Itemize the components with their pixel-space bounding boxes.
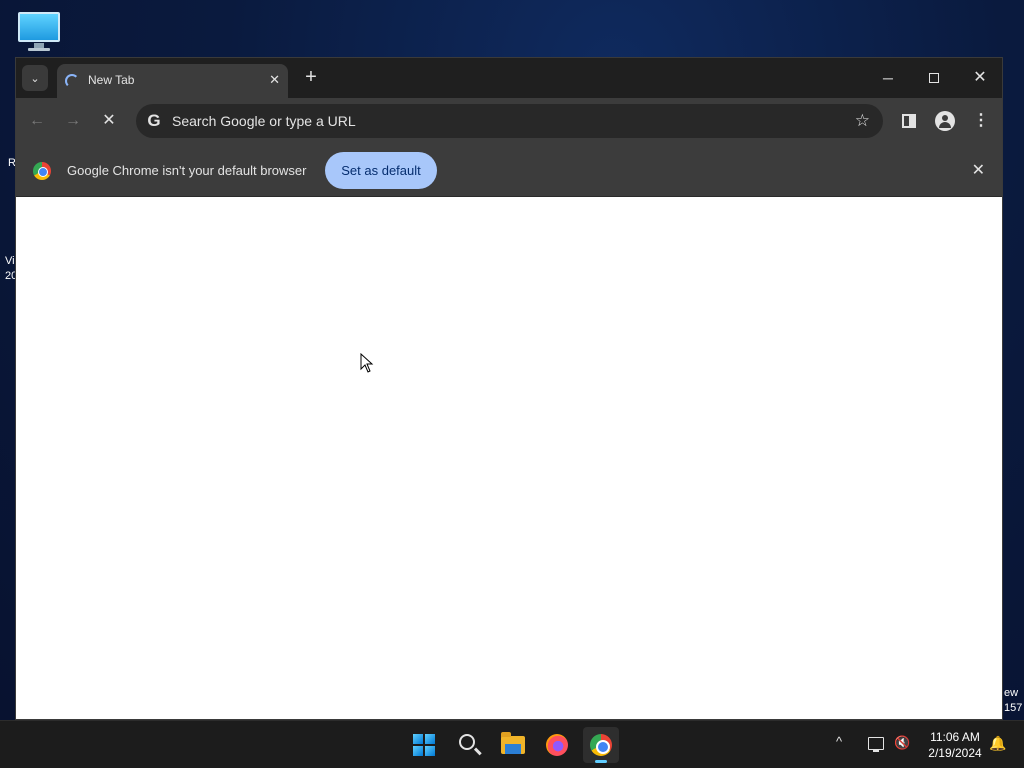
tab-new-tab[interactable]: New Tab ✕: [57, 64, 288, 98]
loading-spinner-icon: [65, 74, 79, 88]
start-button[interactable]: [406, 727, 442, 763]
infobar-close-icon[interactable]: ✕: [972, 160, 985, 180]
google-icon: G: [147, 111, 161, 130]
close-window-button[interactable]: ✕: [965, 66, 995, 90]
system-clock[interactable]: 11:06 AM 2/19/2024: [917, 729, 993, 761]
firefox-icon: [546, 734, 568, 756]
chrome-taskbar-button[interactable]: [583, 727, 619, 763]
show-hidden-icons-chevron-icon[interactable]: ^: [836, 734, 842, 749]
new-tab-button[interactable]: +: [299, 66, 323, 90]
profile-avatar-icon: [935, 111, 955, 131]
chrome-logo-icon: [33, 162, 51, 180]
stop-loading-button[interactable]: ✕: [97, 109, 121, 133]
address-bar[interactable]: G Search Google or type a URL ☆: [136, 104, 883, 138]
tab-strip: ⌄ New Tab ✕ + ─ ✕: [16, 58, 1002, 98]
desktop-label-fragment: 157: [1004, 702, 1023, 714]
active-app-indicator: [595, 760, 607, 763]
clock-time: 11:06 AM: [930, 730, 980, 744]
tab-close-icon[interactable]: ✕: [269, 72, 280, 88]
browser-toolbar: ← → ✕ G Search Google or type a URL ☆ ⋮: [16, 98, 1002, 144]
chrome-window: ⌄ New Tab ✕ + ─ ✕ ← → ✕ G Search Google …: [15, 57, 1003, 720]
profile-button[interactable]: [933, 109, 957, 133]
chevron-down-icon: ⌄: [30, 72, 40, 85]
infobar-message: Google Chrome isn't your default browser: [67, 163, 307, 178]
folder-icon: [501, 732, 525, 754]
volume-muted-icon[interactable]: 🔇: [894, 735, 910, 751]
search-icon: [459, 734, 475, 750]
desktop-label-fragment: ew: [1004, 687, 1019, 699]
taskbar-search-button[interactable]: [451, 727, 487, 763]
file-explorer-button[interactable]: [495, 727, 531, 763]
side-panel-icon: [902, 114, 916, 128]
tab-search-button[interactable]: ⌄: [22, 65, 48, 91]
chrome-icon: [590, 734, 612, 756]
firefox-button[interactable]: [539, 727, 575, 763]
side-panel-button[interactable]: [897, 109, 921, 133]
maximize-icon: [929, 73, 939, 83]
tab-title: New Tab: [88, 73, 135, 87]
address-bar-placeholder: Search Google or type a URL: [172, 113, 356, 129]
back-button[interactable]: ←: [25, 109, 49, 133]
notification-bell-icon[interactable]: 🔔: [989, 735, 1006, 752]
set-as-default-button[interactable]: Set as default: [325, 152, 437, 189]
forward-button[interactable]: →: [61, 109, 85, 133]
minimize-button[interactable]: ─: [873, 66, 903, 90]
bookmark-star-icon[interactable]: ☆: [855, 111, 870, 131]
page-content[interactable]: [16, 198, 1002, 719]
windows-logo-icon: [413, 734, 435, 756]
maximize-button[interactable]: [919, 66, 949, 90]
this-pc-icon[interactable]: [16, 10, 62, 52]
desktop-label-fragment: Vi: [5, 255, 15, 267]
mouse-cursor-icon: [360, 353, 374, 373]
clock-date: 2/19/2024: [928, 746, 982, 760]
chrome-menu-button[interactable]: ⋮: [969, 109, 993, 133]
default-browser-infobar: Google Chrome isn't your default browser…: [16, 144, 1002, 197]
network-icon[interactable]: [868, 737, 884, 752]
